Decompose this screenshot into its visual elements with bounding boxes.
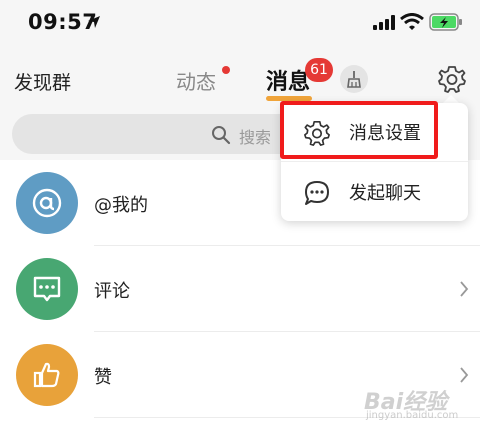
battery-charging-icon: [429, 13, 462, 31]
watermark-sub-text: jingyan.baidu.com: [366, 410, 459, 421]
likes-avatar: [16, 344, 78, 406]
thumbs-up-icon: [33, 362, 60, 388]
messages-badge: 61: [305, 58, 333, 82]
wifi-icon: [400, 13, 424, 30]
baidu-watermark: Bai经验 jingyan.baidu.com: [364, 378, 476, 428]
clear-unread-button[interactable]: [340, 65, 368, 93]
list-item-comments[interactable]: 评论: [0, 246, 480, 332]
unread-dot: [222, 66, 230, 74]
gear-icon: [438, 66, 466, 93]
list-item-label: @我的: [94, 195, 148, 216]
menu-item-start-chat[interactable]: 发起聊天: [281, 163, 468, 221]
location-arrow-icon: [88, 16, 100, 28]
menu-item-label: 发起聊天: [349, 183, 421, 204]
tab-feed[interactable]: 动态: [176, 66, 216, 95]
annotation-highlight-box: [280, 101, 438, 159]
discover-groups-link[interactable]: 发现群: [14, 68, 71, 95]
chevron-right-icon: [460, 281, 469, 297]
broom-icon: [347, 71, 361, 88]
signal-icon: [373, 15, 395, 30]
search-placeholder: 搜索: [239, 128, 272, 147]
list-item-label: 赞: [94, 367, 112, 388]
list-item-label: 评论: [94, 281, 130, 302]
settings-button[interactable]: [436, 63, 468, 95]
at-sign-icon: [32, 188, 62, 218]
mentions-avatar: [16, 172, 78, 234]
comment-icon: [33, 276, 61, 302]
menu-divider: [281, 161, 468, 162]
search-icon: [212, 126, 231, 145]
tab-messages[interactable]: 消息: [266, 64, 310, 96]
comments-avatar: [16, 258, 78, 320]
chat-bubble-icon: [305, 181, 329, 205]
status-bar: 09:57: [0, 0, 480, 50]
